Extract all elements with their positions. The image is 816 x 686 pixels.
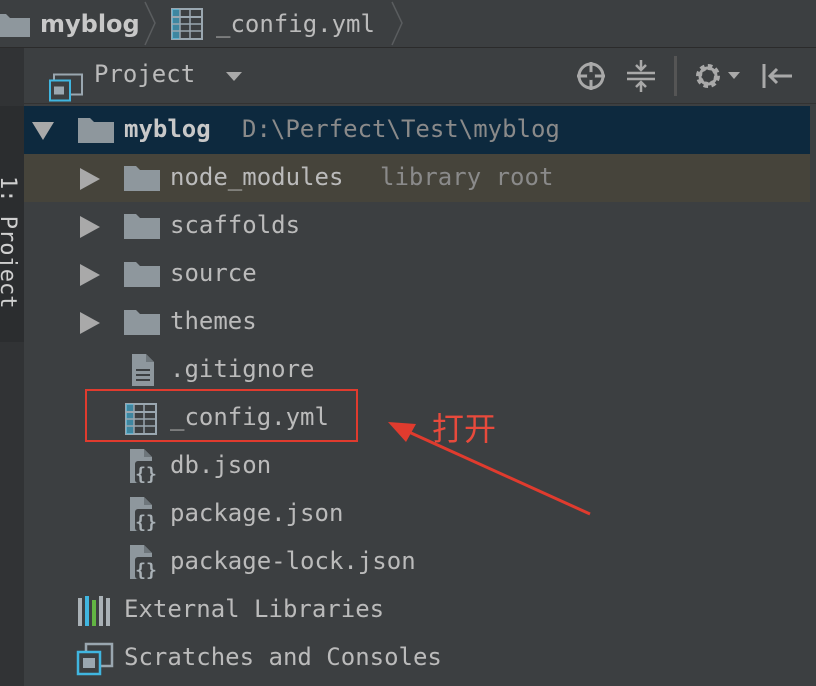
collapse-all-icon[interactable] bbox=[625, 58, 657, 94]
locate-icon[interactable] bbox=[575, 60, 607, 92]
tree-row-gitignore[interactable]: .gitignore bbox=[24, 346, 810, 394]
scratches-label: Scratches and Consoles bbox=[124, 643, 442, 671]
breadcrumb-file-label: _config.yml bbox=[216, 9, 375, 38]
breadcrumb-file[interactable]: _config.yml bbox=[170, 0, 375, 47]
settings-icon[interactable] bbox=[692, 60, 744, 92]
expand-arrow-icon[interactable] bbox=[32, 122, 54, 140]
folder-icon bbox=[124, 214, 160, 239]
breadcrumb-separator-icon bbox=[391, 1, 403, 46]
library-root-hint: library root bbox=[380, 163, 554, 191]
tree-row-source[interactable]: source bbox=[24, 250, 810, 298]
breadcrumb-project[interactable]: myblog bbox=[0, 0, 140, 47]
file-name: db.json bbox=[170, 451, 272, 479]
project-tool-tab-label: 1: Project bbox=[0, 176, 20, 309]
root-folder-name: myblog bbox=[124, 115, 211, 143]
navigation-bar: myblog _config.yml bbox=[0, 0, 816, 48]
tree-row-root[interactable]: myblog D:\Perfect\Test\myblog bbox=[24, 106, 810, 154]
folder-name: themes bbox=[170, 307, 257, 335]
yml-file-icon bbox=[171, 7, 203, 40]
text-file-icon bbox=[132, 354, 154, 386]
folder-icon bbox=[0, 13, 30, 37]
header-divider bbox=[674, 56, 677, 96]
breadcrumb-project-label: myblog bbox=[40, 9, 140, 38]
breadcrumb-separator-icon bbox=[144, 1, 156, 46]
folder-icon bbox=[78, 118, 114, 143]
project-tool-tab[interactable]: 1: Project bbox=[0, 106, 24, 342]
svg-text:{}: {} bbox=[135, 464, 157, 485]
annotation-label: 打开 bbox=[432, 410, 497, 448]
scratches-icon bbox=[76, 642, 114, 676]
expand-arrow-icon[interactable] bbox=[80, 312, 100, 334]
panel-title[interactable]: Project bbox=[94, 60, 195, 88]
expand-arrow-icon[interactable] bbox=[80, 168, 100, 190]
expand-arrow-icon[interactable] bbox=[80, 216, 100, 238]
libraries-icon bbox=[78, 596, 110, 626]
file-name: package.json bbox=[170, 499, 344, 527]
json-file-icon: {} bbox=[130, 449, 157, 485]
tree-row-themes[interactable]: themes bbox=[24, 298, 810, 346]
tree-row-scaffolds[interactable]: scaffolds bbox=[24, 202, 810, 250]
folder-name: source bbox=[170, 259, 257, 287]
folder-icon bbox=[124, 262, 160, 287]
hide-panel-icon[interactable] bbox=[760, 60, 794, 92]
svg-text:{}: {} bbox=[135, 512, 157, 533]
tool-window-strip: 1: Project bbox=[0, 48, 24, 686]
tree-row-external-libraries[interactable]: External Libraries bbox=[24, 586, 810, 634]
tree-row-node-modules[interactable]: node_modules library root bbox=[24, 154, 810, 202]
tree-row-scratches[interactable]: Scratches and Consoles bbox=[24, 634, 810, 682]
tree-scrollbar[interactable] bbox=[810, 104, 816, 686]
external-libraries-label: External Libraries bbox=[124, 595, 385, 623]
folder-icon bbox=[124, 166, 160, 191]
project-panel-header: Project bbox=[24, 48, 816, 104]
expand-arrow-icon[interactable] bbox=[80, 264, 100, 286]
file-name: .gitignore bbox=[170, 355, 315, 383]
chevron-down-icon[interactable] bbox=[224, 70, 244, 84]
json-file-icon: {} bbox=[130, 545, 157, 581]
highlight-box bbox=[85, 389, 358, 442]
root-folder-path: D:\Perfect\Test\myblog bbox=[242, 115, 560, 143]
json-file-icon: {} bbox=[130, 497, 157, 533]
folder-name: scaffolds bbox=[170, 211, 301, 239]
folder-icon bbox=[124, 310, 160, 335]
svg-text:{}: {} bbox=[135, 560, 157, 581]
tree-row-package-lock-json[interactable]: {} package-lock.json bbox=[24, 538, 810, 586]
folder-name: node_modules bbox=[170, 163, 344, 191]
file-name: package-lock.json bbox=[170, 547, 416, 575]
